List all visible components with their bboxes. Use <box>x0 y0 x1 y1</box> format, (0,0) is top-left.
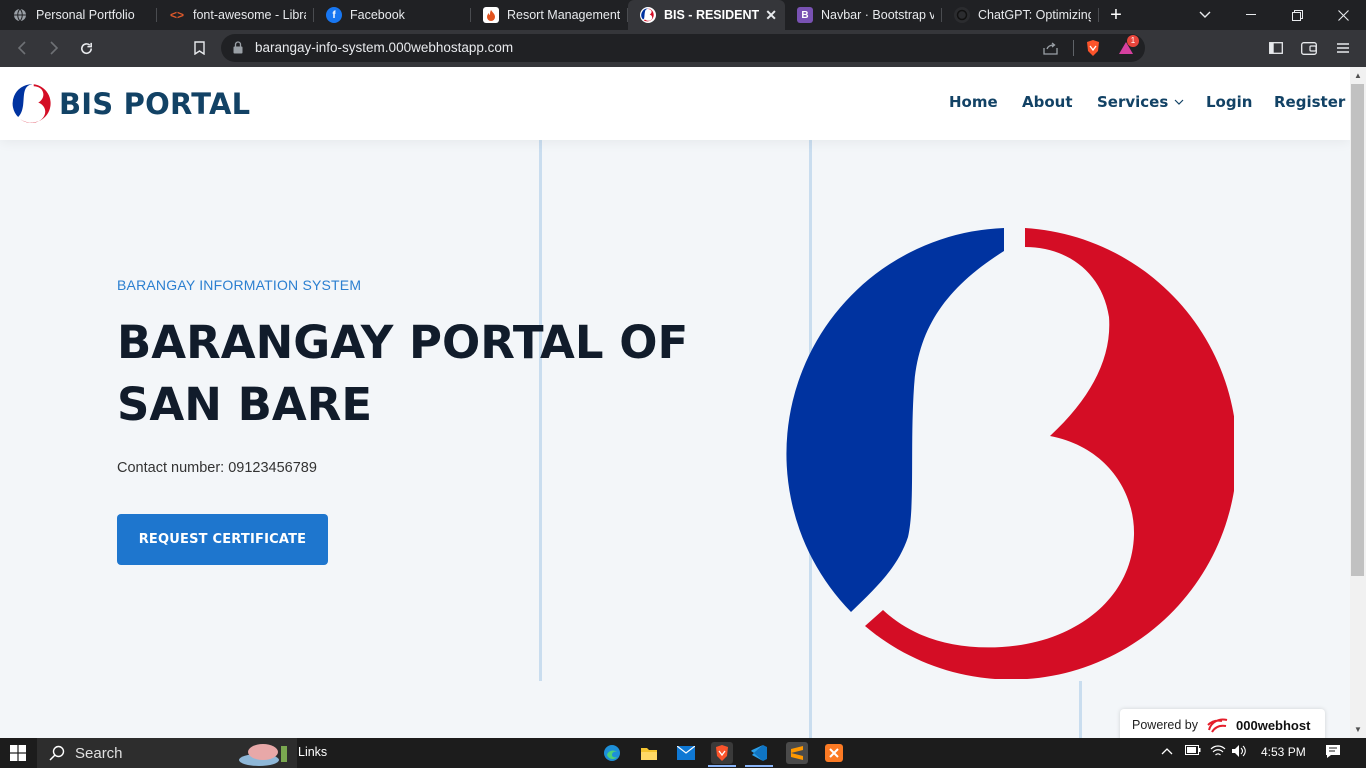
close-window-icon[interactable] <box>1320 0 1366 30</box>
tab-chatgpt[interactable]: ChatGPT: Optimizing L <box>942 0 1099 30</box>
tab-resort-management[interactable]: Resort Management Sy <box>471 0 628 30</box>
request-certificate-button[interactable]: REQUEST CERTIFICATE <box>117 514 328 565</box>
lock-icon <box>233 41 243 54</box>
powered-brand: 000webhost <box>1236 717 1311 733</box>
nav-services[interactable]: Services <box>1097 93 1184 111</box>
volume-icon[interactable] <box>1231 744 1247 761</box>
powered-label: Powered by <box>1132 718 1199 732</box>
tab-search-chevron-icon[interactable] <box>1182 0 1228 30</box>
site-navbar: BIS PORTAL Home About Services Login Reg… <box>0 67 1350 140</box>
tab-title: Facebook <box>350 8 405 22</box>
restore-window-icon[interactable] <box>1274 0 1320 30</box>
browser-toolbar: barangay-info-system.000webhostapp.com 1 <box>0 30 1366 67</box>
show-hidden-icons[interactable] <box>1161 744 1173 758</box>
forward-icon[interactable] <box>43 37 65 59</box>
xampp-icon[interactable] <box>823 742 845 764</box>
webhost-logo-icon <box>1207 718 1228 733</box>
taskbar-search[interactable]: Search <box>37 738 297 768</box>
nav-about[interactable]: About <box>1022 93 1073 111</box>
brand-name: BIS PORTAL <box>59 86 251 121</box>
notifications-icon[interactable] <box>1325 744 1341 762</box>
wallet-icon[interactable] <box>1298 37 1320 59</box>
rewards-badge: 1 <box>1127 35 1139 47</box>
search-highlight-icon <box>239 744 287 766</box>
brand-link[interactable]: BIS PORTAL <box>12 83 250 124</box>
search-label: Search <box>75 744 123 762</box>
tab-bootstrap-navbar[interactable]: B Navbar · Bootstrap v5. <box>785 0 942 30</box>
bis-logo-icon <box>12 84 51 123</box>
windows-taskbar: Search Links 4:53 PM <box>0 738 1366 768</box>
active-app-indicator <box>708 765 736 767</box>
web-page: BIS PORTAL Home About Services Login Reg… <box>0 67 1350 738</box>
bis-logo-icon <box>640 7 656 23</box>
reload-icon[interactable] <box>75 37 97 59</box>
tab-title: font-awesome - Librari <box>193 8 306 22</box>
active-app-indicator <box>745 765 773 767</box>
vscode-icon[interactable] <box>748 742 770 764</box>
nav-register[interactable]: Register <box>1274 93 1345 111</box>
wifi-icon[interactable] <box>1210 744 1226 761</box>
globe-icon <box>12 7 28 23</box>
new-tab-button[interactable]: + <box>1099 0 1133 30</box>
tab-bis-resident[interactable]: BIS - RESIDENT ✕ <box>628 0 785 30</box>
menu-icon[interactable] <box>1332 37 1354 59</box>
tab-title: Personal Portfolio <box>36 8 135 22</box>
battery-icon[interactable] <box>1185 744 1201 758</box>
code-icon: <> <box>169 8 184 22</box>
sidebar-icon[interactable] <box>1265 37 1287 59</box>
bootstrap-icon: B <box>797 7 813 23</box>
tab-personal-portfolio[interactable]: Personal Portfolio <box>0 0 157 30</box>
brave-rewards-icon[interactable]: 1 <box>1116 35 1139 59</box>
sublime-text-icon[interactable] <box>786 742 808 764</box>
decorative-line <box>1079 681 1082 738</box>
taskbar-links[interactable]: Links <box>298 745 327 759</box>
tab-title: BIS - RESIDENT <box>664 8 760 22</box>
address-bar[interactable]: barangay-info-system.000webhostapp.com 1 <box>221 34 1145 62</box>
share-icon[interactable] <box>1039 37 1061 59</box>
tab-font-awesome[interactable]: <> font-awesome - Librari <box>157 0 314 30</box>
powered-by-badge[interactable]: Powered by 000webhost <box>1120 709 1325 738</box>
file-explorer-icon[interactable] <box>638 742 660 764</box>
hero-title-line-1: BARANGAY PORTAL OF <box>117 316 689 369</box>
browser-tab-strip: Personal Portfolio <> font-awesome - Lib… <box>0 0 1366 30</box>
divider <box>1073 40 1074 56</box>
flame-icon <box>483 7 499 23</box>
chevron-down-icon <box>1174 99 1184 105</box>
nav-services-label: Services <box>1097 93 1169 111</box>
hero-title: BARANGAY PORTAL OF SAN BARE <box>117 312 717 436</box>
nav-home[interactable]: Home <box>949 93 998 111</box>
scrollbar-thumb[interactable] <box>1351 84 1364 576</box>
tab-title: ChatGPT: Optimizing L <box>978 8 1091 22</box>
edge-icon[interactable] <box>601 742 623 764</box>
scroll-down-icon[interactable]: ▼ <box>1353 725 1363 735</box>
clock[interactable]: 4:53 PM <box>1261 745 1306 759</box>
brave-shields-icon[interactable] <box>1082 37 1104 59</box>
tab-title: Navbar · Bootstrap v5. <box>821 8 934 22</box>
tab-facebook[interactable]: f Facebook <box>314 0 471 30</box>
bis-hero-logo <box>786 228 1234 679</box>
hero-subtitle: BARANGAY INFORMATION SYSTEM <box>117 277 362 293</box>
url-text: barangay-info-system.000webhostapp.com <box>255 40 514 55</box>
back-icon[interactable] <box>11 37 33 59</box>
scroll-up-icon[interactable]: ▲ <box>1353 71 1363 81</box>
brave-taskbar-icon[interactable] <box>711 742 733 764</box>
tab-title: Resort Management Sy <box>507 8 620 22</box>
close-tab-icon[interactable]: ✕ <box>765 7 777 24</box>
facebook-icon: f <box>326 7 342 23</box>
contact-number: Contact number: 09123456789 <box>117 460 317 476</box>
search-icon <box>49 745 65 761</box>
nav-login[interactable]: Login <box>1206 93 1252 111</box>
mail-icon[interactable] <box>675 742 697 764</box>
windows-start-icon[interactable] <box>0 738 36 768</box>
bookmark-icon[interactable] <box>188 37 210 59</box>
hero-title-line-2: SAN BARE <box>117 378 373 431</box>
openai-icon <box>954 7 970 23</box>
minimize-window-icon[interactable] <box>1228 0 1274 30</box>
